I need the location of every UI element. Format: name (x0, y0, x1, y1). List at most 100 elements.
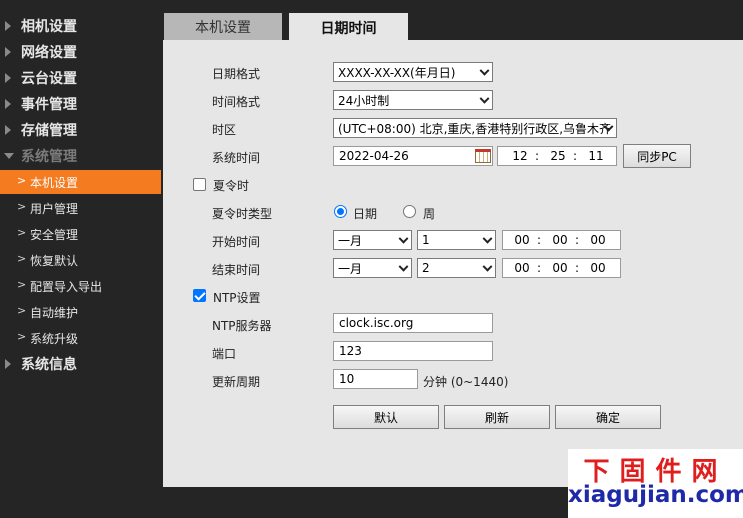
ntp-server-input[interactable]: clock.isc.org (333, 313, 493, 333)
sidebar: 相机设置 网络设置 云台设置 事件管理 存储管理 系统管理 > 本机设置 > 用… (0, 0, 161, 518)
sidebar-item-ptz-settings[interactable]: 云台设置 (0, 66, 161, 90)
time-format-label: 时间格式 (212, 95, 261, 109)
timezone-value: (UTC+08:00) 北京,重庆,香港特别行政区,乌鲁木齐 (338, 121, 612, 136)
end-month-value: 一月 (338, 261, 363, 276)
chevron-down-icon (479, 93, 490, 104)
date-format-select[interactable]: XXXX-XX-XX(年月日) (333, 62, 493, 82)
time-format-select[interactable]: 24小时制 (333, 90, 493, 110)
sidebar-subitem-auto-maintenance[interactable]: > 自动维护 (0, 300, 161, 324)
time-separator: : (575, 233, 580, 247)
expand-arrow-icon (5, 125, 11, 135)
start-month-select[interactable]: 一月 (333, 230, 412, 250)
chevron-right-icon: > (17, 278, 27, 291)
tab-local-settings[interactable]: 本机设置 (164, 13, 282, 41)
system-time-input[interactable]: 12 : 25 : 11 (497, 146, 617, 166)
sidebar-item-system-management[interactable]: 系统管理 (0, 144, 161, 168)
dst-type-date-radio[interactable] (334, 205, 347, 218)
end-time-label: 结束时间 (212, 263, 261, 277)
start-time-label: 开始时间 (212, 235, 261, 249)
sidebar-subitem-local-settings[interactable]: > 本机设置 (0, 170, 161, 194)
system-time-label: 系统时间 (212, 151, 261, 165)
end-time-second[interactable]: 00 (587, 261, 609, 275)
sidebar-subitem-security-management[interactable]: > 安全管理 (0, 222, 161, 246)
sidebar-item-system-info[interactable]: 系统信息 (0, 352, 161, 376)
dst-label: 夏令时 (213, 179, 250, 193)
chevron-down-icon (479, 65, 490, 76)
chevron-down-icon (398, 261, 409, 272)
chevron-right-icon: > (17, 200, 27, 213)
ntp-server-label: NTP服务器 (212, 319, 272, 333)
dst-type-week-label: 周 (423, 207, 436, 221)
system-time-hour[interactable]: 12 (509, 149, 531, 163)
start-time-minute[interactable]: 00 (549, 233, 571, 247)
time-separator: : (535, 149, 540, 163)
end-month-select[interactable]: 一月 (333, 258, 412, 278)
ntp-server-value: clock.isc.org (339, 316, 414, 330)
date-format-value: XXXX-XX-XX(年月日) (338, 65, 456, 80)
end-day-value: 2 (422, 261, 430, 275)
chevron-right-icon: > (17, 330, 27, 343)
sidebar-subitem-label: 本机设置 (30, 175, 79, 190)
end-day-select[interactable]: 2 (417, 258, 496, 278)
sidebar-item-network-settings[interactable]: 网络设置 (0, 40, 161, 64)
system-date-input[interactable]: 2022-04-26 (333, 146, 493, 166)
ntp-checkbox[interactable] (193, 289, 206, 302)
time-separator: : (537, 261, 542, 275)
chevron-right-icon: > (17, 252, 27, 265)
sidebar-item-storage-management[interactable]: 存储管理 (0, 118, 161, 142)
expand-arrow-icon (5, 47, 11, 57)
time-separator: : (537, 233, 542, 247)
chevron-down-icon (482, 233, 493, 244)
dst-type-label: 夏令时类型 (212, 207, 273, 221)
sidebar-subitem-system-upgrade[interactable]: > 系统升级 (0, 326, 161, 350)
calendar-icon[interactable] (475, 149, 491, 163)
system-time-second[interactable]: 11 (585, 149, 607, 163)
ntp-label: NTP设置 (213, 291, 261, 305)
system-date-value: 2022-04-26 (339, 149, 409, 163)
end-time-minute[interactable]: 00 (549, 261, 571, 275)
update-period-input[interactable]: 10 (333, 369, 418, 389)
timezone-select[interactable]: (UTC+08:00) 北京,重庆,香港特别行政区,乌鲁木齐 (333, 118, 617, 138)
chevron-right-icon: > (17, 304, 27, 317)
dst-checkbox[interactable] (193, 178, 206, 191)
sidebar-subitem-label: 安全管理 (30, 227, 79, 242)
dst-type-week-radio[interactable] (403, 205, 416, 218)
sync-pc-button[interactable]: 同步PC (623, 144, 691, 168)
watermark-domain-text: xiagujian.com (568, 482, 743, 508)
time-separator: : (575, 261, 580, 275)
sidebar-item-event-management[interactable]: 事件管理 (0, 92, 161, 116)
end-time-hour[interactable]: 00 (511, 261, 533, 275)
expand-arrow-icon (5, 99, 11, 109)
sidebar-item-label: 网络设置 (21, 45, 77, 61)
chevron-right-icon: > (17, 226, 27, 239)
start-day-select[interactable]: 1 (417, 230, 496, 250)
chevron-right-icon: > (17, 174, 27, 187)
sidebar-subitem-label: 配置导入导出 (30, 279, 103, 294)
sidebar-subitem-label: 恢复默认 (30, 253, 79, 268)
start-time-hour[interactable]: 00 (511, 233, 533, 247)
system-time-minute[interactable]: 25 (547, 149, 569, 163)
sidebar-item-label: 系统管理 (21, 149, 77, 165)
date-format-label: 日期格式 (212, 67, 261, 81)
default-button[interactable]: 默认 (333, 405, 439, 429)
port-value: 123 (339, 344, 362, 358)
sidebar-subitem-config-import-export[interactable]: > 配置导入导出 (0, 274, 161, 298)
sidebar-subitem-user-management[interactable]: > 用户管理 (0, 196, 161, 220)
time-format-value: 24小时制 (338, 93, 390, 108)
sidebar-item-label: 事件管理 (21, 97, 77, 113)
sidebar-subitem-restore-default[interactable]: > 恢复默认 (0, 248, 161, 272)
sidebar-subitem-label: 用户管理 (30, 201, 79, 216)
port-input[interactable]: 123 (333, 341, 493, 361)
sidebar-item-camera-settings[interactable]: 相机设置 (0, 14, 161, 38)
dst-type-date-label: 日期 (353, 207, 378, 221)
sidebar-item-label: 相机设置 (21, 19, 77, 35)
tab-date-time[interactable]: 日期时间 (289, 13, 408, 42)
start-time-input[interactable]: 00 : 00 : 00 (502, 230, 621, 250)
confirm-button[interactable]: 确定 (555, 405, 661, 429)
end-time-input[interactable]: 00 : 00 : 00 (502, 258, 621, 278)
collapse-arrow-icon (4, 153, 14, 159)
port-label: 端口 (212, 347, 237, 361)
chevron-down-icon (398, 233, 409, 244)
refresh-button[interactable]: 刷新 (444, 405, 550, 429)
start-time-second[interactable]: 00 (587, 233, 609, 247)
